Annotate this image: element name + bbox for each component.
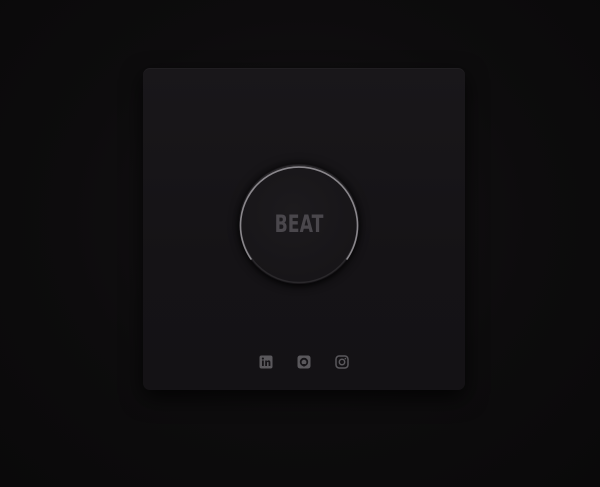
instagram-icon[interactable] xyxy=(335,355,349,369)
beat-button[interactable]: BEAT xyxy=(239,164,359,284)
beat-label: BEAT xyxy=(274,210,324,238)
beat-card: BEAT xyxy=(143,68,465,390)
page-background: BEAT xyxy=(0,0,600,487)
github-icon[interactable] xyxy=(297,355,311,369)
linkedin-icon[interactable] xyxy=(259,355,273,369)
social-links xyxy=(143,355,465,373)
